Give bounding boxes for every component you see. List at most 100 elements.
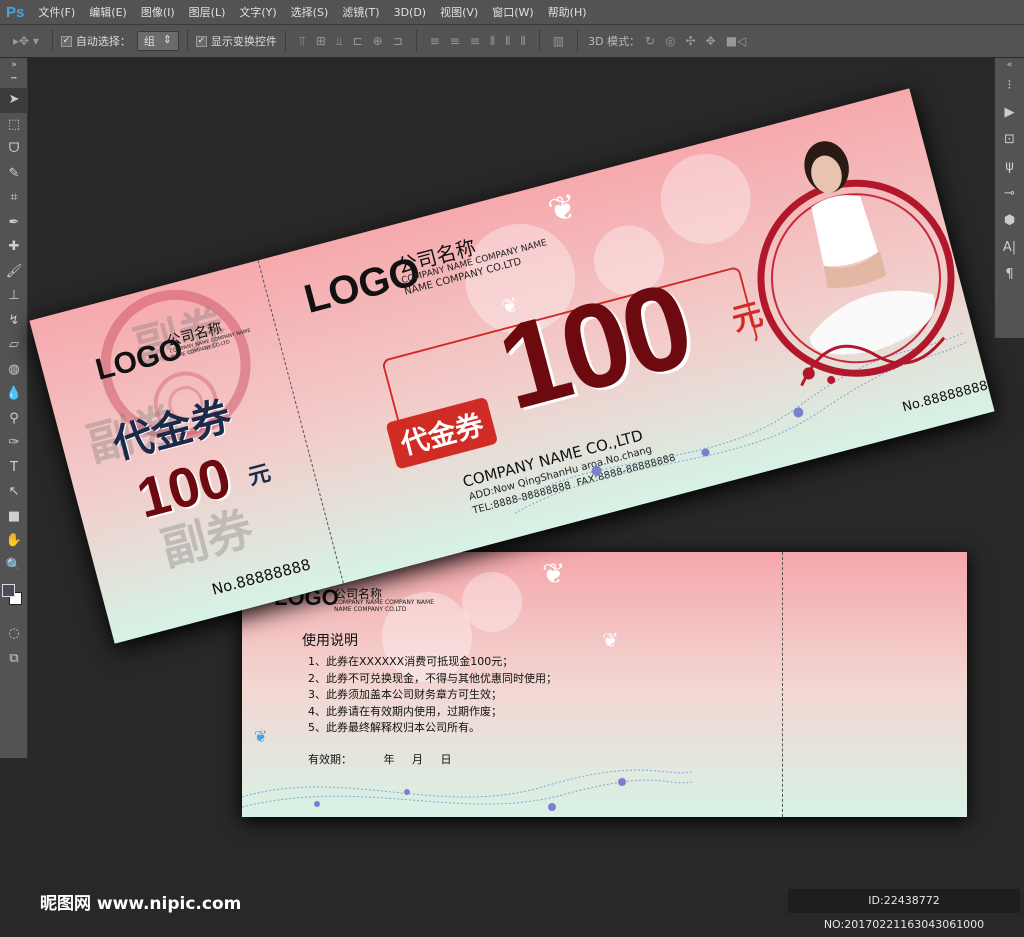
blur-tool-icon[interactable]: 💧 — [0, 382, 28, 407]
actions-panel-icon[interactable]: ▶ — [995, 99, 1024, 126]
eyedropper-tool-icon[interactable]: ✒ — [0, 211, 28, 236]
menu-help[interactable]: 帮助(H) — [548, 4, 587, 20]
show-transform-label: 显示变换控件 — [210, 35, 277, 48]
foreground-color-swatch[interactable] — [2, 584, 15, 597]
distribute-left-icon[interactable]: ⦀ — [490, 34, 495, 49]
divider — [415, 30, 417, 52]
divider — [538, 30, 540, 52]
show-transform-checkbox[interactable]: ✓ — [195, 35, 207, 47]
menu-file[interactable]: 文件(F) — [38, 4, 75, 20]
align-right-icon[interactable]: ⊐ — [393, 34, 403, 48]
auto-select-value: 组 — [143, 35, 155, 48]
menu-layer[interactable]: 图层(L) — [189, 4, 226, 20]
3d-scale-icon[interactable]: ■◁ — [726, 34, 747, 48]
dodge-tool-icon[interactable]: ⚲ — [0, 407, 28, 432]
distribute-top-icon[interactable]: ≡ — [430, 34, 440, 48]
zoom-tool-icon[interactable]: 🔍 — [0, 554, 28, 579]
distribute-vcenter-icon[interactable]: ≡ — [450, 34, 460, 48]
brush-tool-icon[interactable]: 🖌 — [0, 260, 28, 285]
rule-item: 3、此券须加盖本公司财务章方可生效； — [308, 688, 502, 701]
quick-select-tool-icon[interactable]: ✎ — [0, 162, 28, 187]
butterfly-icon: ❦ — [542, 557, 566, 590]
menu-filter[interactable]: 滤镜(T) — [342, 4, 379, 20]
history-brush-tool-icon[interactable]: ↯ — [0, 309, 28, 334]
back-company-en2: NAME COMPANY CO.LTD — [334, 606, 407, 613]
auto-select-checkbox[interactable]: ✓ — [60, 35, 72, 47]
healing-brush-tool-icon[interactable]: ✚ — [0, 235, 28, 260]
quick-mask-icon[interactable]: ◌ — [0, 622, 28, 647]
menu-window[interactable]: 窗口(W) — [492, 4, 533, 20]
distribute-bottom-icon[interactable]: ≡ — [470, 34, 480, 48]
align-left-icon[interactable]: ⊏ — [353, 34, 363, 48]
menu-view[interactable]: 视图(V) — [440, 4, 478, 20]
divider — [51, 30, 53, 52]
3d-slide-icon[interactable]: ✥ — [706, 34, 716, 48]
distribute-right-icon[interactable]: ⦀ — [520, 34, 525, 49]
tools-panel: » ┅ ➤ ⬚ ᗜ ✎ ⌗ ✒ ✚ 🖌 ⊥ ↯ ▱ ◍ 💧 ⚲ ✑ T ↖ ■ ✋… — [0, 58, 28, 758]
path-select-tool-icon[interactable]: ↖ — [0, 480, 28, 505]
color-swatches[interactable] — [0, 578, 28, 622]
eraser-tool-icon[interactable]: ▱ — [0, 333, 28, 358]
menu-edit[interactable]: 编辑(E) — [89, 4, 127, 20]
butterfly-icon: ❦ — [254, 727, 268, 746]
3d-pan-icon[interactable]: ✣ — [686, 34, 696, 48]
3d-rotate-icon[interactable]: ↻ — [645, 34, 655, 48]
screen-mode-icon[interactable]: ⧉ — [0, 647, 28, 672]
validity-year: 年 — [383, 753, 395, 766]
shape-tool-icon[interactable]: ■ — [0, 505, 28, 530]
align-top-icon[interactable]: ⫪ — [299, 34, 306, 49]
align-bottom-icon[interactable]: ⫫ — [336, 34, 343, 49]
hand-tool-icon[interactable]: ✋ — [0, 529, 28, 554]
distribute-hcenter-icon[interactable]: ⦀ — [505, 34, 510, 49]
rule-item: 5、此券最终解释权归本公司所有。 — [308, 721, 480, 734]
divider — [186, 30, 188, 52]
validity-line: 有效期： 年 月 日 — [308, 751, 452, 767]
coupon-back: ❦ ❦ ❦ LOGO 公司名称 COMPANY NAME COMPANY NAM… — [242, 552, 967, 817]
align-vcenter-icon[interactable]: ⊞ — [316, 34, 326, 48]
menu-select[interactable]: 选择(S) — [291, 4, 329, 20]
validity-month: 月 — [412, 753, 423, 766]
lasso-tool-icon[interactable]: ᗜ — [0, 137, 28, 162]
crop-tool-icon[interactable]: ⌗ — [0, 186, 28, 211]
align-hcenter-icon[interactable]: ⊕ — [373, 34, 383, 48]
back-company-en1: COMPANY NAME COMPANY NAME — [334, 599, 435, 606]
menu-type[interactable]: 文字(Y) — [239, 4, 276, 20]
validity-day: 日 — [440, 753, 452, 766]
auto-align-icon[interactable]: ▥ — [553, 34, 564, 48]
type-tool-icon[interactable]: T — [0, 456, 28, 481]
stepper-icon: ⇕ — [162, 33, 172, 46]
menu-3d[interactable]: 3D(D) — [394, 6, 427, 19]
butterfly-icon: ❦ — [543, 185, 582, 232]
rule-item: 1、此券在XXXXXX消费可抵现金100元； — [308, 655, 514, 668]
character-panel-icon[interactable]: A| — [995, 234, 1024, 261]
rule-item: 2、此券不可兑换现金，不得与其他优惠同时使用； — [308, 671, 557, 685]
move-tool-icon[interactable]: ➤ — [0, 88, 28, 113]
butterfly-icon: ❦ — [602, 628, 619, 652]
move-tool-preset-icon[interactable]: ▸✥ ▾ — [13, 34, 39, 48]
marquee-tool-icon[interactable]: ⬚ — [0, 113, 28, 138]
image-id: ID:22438772 NO:20170221163043061000 — [788, 889, 1020, 931]
auto-select-label: 自动选择： — [75, 35, 131, 48]
3d-roll-icon[interactable]: ◎ — [665, 34, 675, 48]
auto-select-dropdown[interactable]: 组 ⇕ — [136, 31, 179, 51]
panel-expand-icon[interactable]: « — [995, 58, 1024, 72]
brushes-panel-icon[interactable]: ψ — [995, 153, 1024, 180]
perforation-line — [782, 552, 783, 817]
panel-collapse-icon[interactable]: » ┅ — [0, 58, 28, 88]
stamp-tool-icon[interactable]: ⊥ — [0, 284, 28, 309]
decorative-wave-lines — [242, 769, 693, 811]
3d-panel-icon[interactable]: ⬢ — [995, 207, 1024, 234]
bokeh-light — [462, 572, 522, 632]
clone-source-panel-icon[interactable]: ⊸ — [995, 180, 1024, 207]
3d-mode-label: 3D 模式： — [588, 35, 641, 48]
properties-panel-icon[interactable]: ⊡ — [995, 126, 1024, 153]
paragraph-panel-icon[interactable]: ¶ — [995, 261, 1024, 288]
usage-rules: 1、此券在XXXXXX消费可抵现金100元； 2、此券不可兑换现金，不得与其他优… — [308, 654, 557, 737]
paint-bucket-tool-icon[interactable]: ◍ — [0, 358, 28, 383]
menu-image[interactable]: 图像(I) — [141, 4, 175, 20]
usage-heading: 使用说明 — [302, 633, 358, 649]
history-panel-icon[interactable]: ⁝ — [995, 72, 1024, 99]
validity-label: 有效期： — [308, 753, 352, 766]
pen-tool-icon[interactable]: ✑ — [0, 431, 28, 456]
divider — [577, 30, 579, 52]
